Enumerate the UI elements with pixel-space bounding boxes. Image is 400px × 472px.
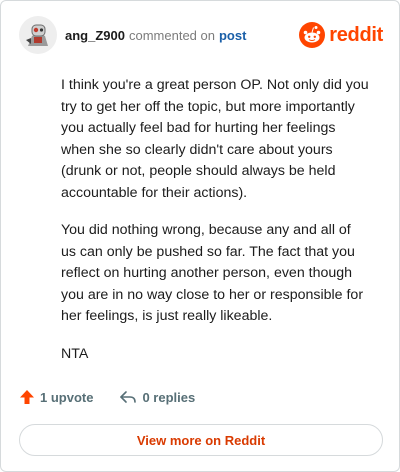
comment-actions: 1 upvote 0 replies bbox=[19, 389, 195, 405]
comment-paragraph: You did nothing wrong, because any and a… bbox=[61, 222, 364, 324]
reddit-logo[interactable]: reddit bbox=[299, 22, 383, 48]
reply-count: 0 replies bbox=[142, 389, 196, 405]
upvote-count: 1 upvote bbox=[40, 389, 94, 405]
reply-arrow-icon bbox=[120, 391, 137, 403]
comment-paragraph: I think you're a great person OP. Not on… bbox=[61, 77, 369, 201]
comment-paragraph: NTA bbox=[61, 345, 89, 362]
reddit-snoo-icon bbox=[299, 22, 326, 48]
comment-body: I think you're a great person OP. Not on… bbox=[61, 75, 369, 381]
commented-on-text: commented on bbox=[128, 27, 215, 43]
comment-embed-card: ang_Z900 commented on post reddit I thin… bbox=[0, 0, 400, 472]
comment-header: ang_Z900 commented on post reddit bbox=[19, 15, 383, 55]
byline: ang_Z900 commented on post bbox=[65, 28, 246, 43]
upvote-button[interactable]: 1 upvote bbox=[19, 389, 93, 405]
username[interactable]: ang_Z900 bbox=[65, 28, 125, 43]
reddit-wordmark: reddit bbox=[329, 23, 383, 46]
avatar[interactable] bbox=[19, 16, 57, 54]
robot-avatar-icon bbox=[19, 16, 57, 54]
replies-button[interactable]: 0 replies bbox=[119, 389, 195, 405]
view-more-button[interactable]: View more on Reddit bbox=[19, 424, 383, 456]
post-link[interactable]: post bbox=[219, 28, 246, 43]
upvote-arrow-icon bbox=[20, 390, 34, 404]
